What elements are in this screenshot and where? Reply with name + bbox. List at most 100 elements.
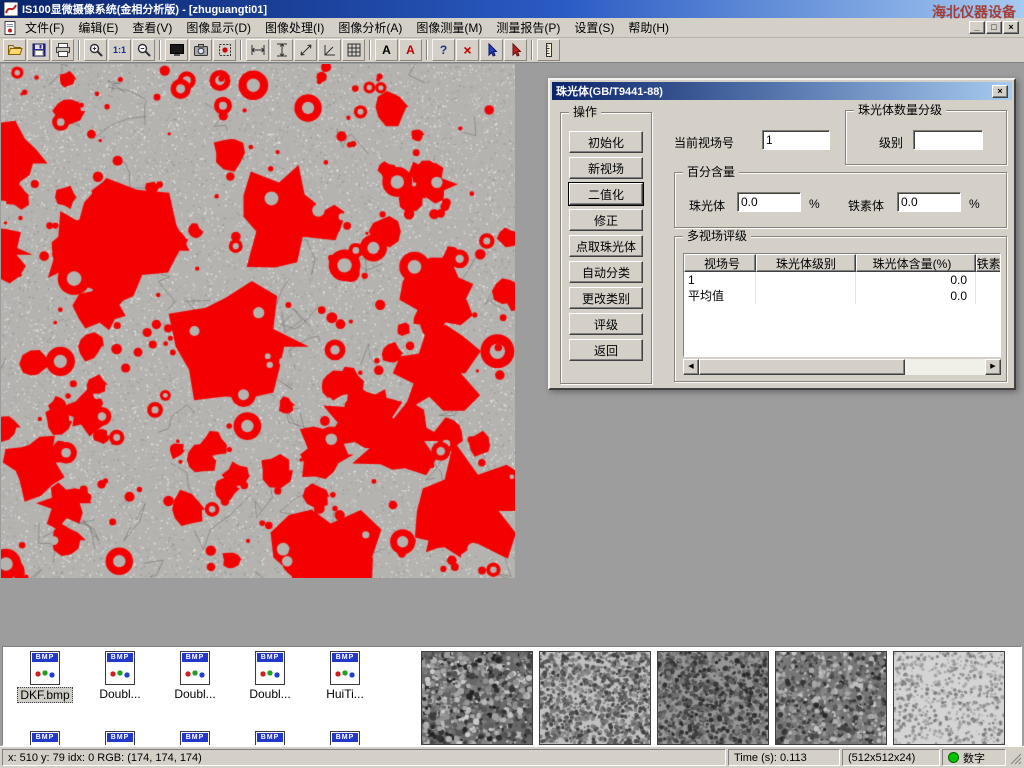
file-name[interactable]: DKF.bmp [17, 687, 72, 703]
return-button[interactable]: 返回 [569, 339, 643, 361]
save-button[interactable] [27, 39, 50, 61]
print-icon [55, 42, 71, 58]
grid-icon [346, 42, 362, 58]
bmp-file-icon: BMP [105, 731, 135, 746]
file-name[interactable]: Doubl... [247, 687, 292, 701]
menu-image-measure[interactable]: 图像测量(M) [409, 17, 489, 38]
file-thumbnail[interactable] [657, 651, 769, 745]
digital-indicator-dot [948, 752, 959, 763]
new-field-button[interactable]: 新视场 [569, 157, 643, 179]
application-window: IS100显微摄像系统(金相分析版) - [zhuguangti01] 海北仪器… [0, 0, 1024, 768]
file-item[interactable]: BMP Doubl... [84, 651, 156, 701]
ferrite-percent-input[interactable] [897, 192, 961, 212]
zoom-out-button[interactable] [132, 39, 155, 61]
binarize-button[interactable]: 二值化 [569, 183, 643, 205]
microscopy-image[interactable] [1, 64, 515, 578]
minimize-button[interactable]: _ [969, 21, 985, 34]
menu-settings[interactable]: 设置(S) [567, 17, 621, 38]
file-item[interactable]: BMP Doubl... [159, 651, 231, 701]
auto-classify-button[interactable]: 自动分类 [569, 261, 643, 283]
thumbnail-strip [421, 651, 1005, 745]
file-item[interactable]: BMP [159, 731, 231, 746]
scrollbar-track[interactable] [699, 359, 985, 375]
zoom-in-button[interactable] [84, 39, 107, 61]
menu-file[interactable]: 文件(F) [18, 17, 71, 38]
actual-size-button[interactable]: 1:1 [108, 39, 131, 61]
ruler-icon [541, 42, 557, 58]
multifield-group-label: 多视场评级 [683, 229, 751, 243]
file-name[interactable]: Doubl... [97, 687, 142, 701]
table-row[interactable]: 1 0.0 [684, 272, 1000, 288]
font-tool-button[interactable]: A [399, 39, 422, 61]
file-item[interactable]: BMP [309, 731, 381, 746]
pointer-red-button[interactable] [504, 39, 527, 61]
menu-help[interactable]: 帮助(H) [621, 17, 676, 38]
menu-measure-report[interactable]: 测量报告(P) [489, 17, 567, 38]
text-tool-button[interactable]: A [375, 39, 398, 61]
live-video-button[interactable] [165, 39, 188, 61]
file-item[interactable]: BMP [9, 731, 81, 746]
grade-group-label: 珠光体数量分级 [854, 103, 946, 117]
pointer-red-icon [508, 42, 524, 58]
change-category-button[interactable]: 更改类别 [569, 287, 643, 309]
file-item[interactable]: BMP HuiTi... [309, 651, 381, 701]
menu-view[interactable]: 查看(V) [125, 17, 179, 38]
cell-ferrite [976, 272, 1001, 288]
measure-vertical-button[interactable] [270, 39, 293, 61]
help-icon: ? [440, 43, 447, 57]
menu-image-processing[interactable]: 图像处理(I) [258, 17, 331, 38]
menu-image-analysis[interactable]: 图像分析(A) [331, 17, 409, 38]
dialog-title-bar[interactable]: 珠光体(GB/T9441-88) × [552, 82, 1012, 100]
table-row-average[interactable]: 平均值 0.0 [684, 288, 1000, 304]
document-icon [2, 20, 18, 36]
pick-pearlite-button[interactable]: 点取珠光体 [569, 235, 643, 257]
capture-button[interactable] [213, 39, 236, 61]
correct-button[interactable]: 修正 [569, 209, 643, 231]
camera-button[interactable] [189, 39, 212, 61]
pointer-blue-button[interactable] [480, 39, 503, 61]
file-item[interactable]: BMP DKF.bmp [9, 651, 81, 703]
file-thumbnail[interactable] [421, 651, 533, 745]
measure-horizontal-button[interactable] [246, 39, 269, 61]
initialize-button[interactable]: 初始化 [569, 131, 643, 153]
dialog-title: 珠光体(GB/T9441-88) [556, 83, 663, 99]
scroll-right-button[interactable]: ▶ [985, 359, 1001, 375]
grid-button[interactable] [342, 39, 365, 61]
menu-image-display[interactable]: 图像显示(D) [179, 17, 258, 38]
file-item[interactable]: BMP [84, 731, 156, 746]
pearlite-percent-input[interactable] [737, 192, 801, 212]
file-name[interactable]: HuiTi... [324, 687, 366, 701]
measure-diagonal-button[interactable] [294, 39, 317, 61]
multifield-group: 多视场评级 视场号 珠光体级别 珠光体含量(%) 铁素体含量(%) 1 0.0 … [674, 236, 1007, 382]
help-button[interactable]: ? [432, 39, 455, 61]
file-thumbnail[interactable] [539, 651, 651, 745]
print-button[interactable] [51, 39, 74, 61]
table-header: 视场号 珠光体级别 珠光体含量(%) 铁素体含量(%) [684, 254, 1000, 272]
file-item[interactable]: BMP [234, 731, 306, 746]
column-field[interactable]: 视场号 [684, 254, 756, 272]
menu-edit[interactable]: 编辑(E) [71, 17, 125, 38]
scroll-left-button[interactable]: ◀ [683, 359, 699, 375]
file-thumbnail[interactable] [775, 651, 887, 745]
file-item[interactable]: BMP Doubl... [234, 651, 306, 701]
rate-button[interactable]: 评级 [569, 313, 643, 335]
level-input[interactable] [913, 130, 983, 150]
current-field-input[interactable] [762, 130, 830, 150]
cut-button[interactable]: × [456, 39, 479, 61]
bmp-file-icon: BMP [180, 651, 210, 685]
actual-size-icon: 1:1 [113, 45, 126, 55]
column-ferrite-content[interactable]: 铁素体含量(%) [976, 254, 1001, 272]
bmp-file-icon: BMP [105, 651, 135, 685]
measure-angle-button[interactable] [318, 39, 341, 61]
column-pearlite-content[interactable]: 珠光体含量(%) [856, 254, 976, 272]
ruler-button[interactable] [537, 39, 560, 61]
restore-button[interactable]: □ [986, 21, 1002, 34]
file-name[interactable]: Doubl... [172, 687, 217, 701]
open-button[interactable] [3, 39, 26, 61]
resize-grip[interactable] [1008, 751, 1022, 765]
file-thumbnail[interactable] [893, 651, 1005, 745]
close-button[interactable]: × [1003, 21, 1019, 34]
column-pearlite-grade[interactable]: 珠光体级别 [756, 254, 856, 272]
scrollbar-thumb[interactable] [699, 359, 905, 375]
dialog-close-button[interactable]: × [992, 85, 1008, 98]
